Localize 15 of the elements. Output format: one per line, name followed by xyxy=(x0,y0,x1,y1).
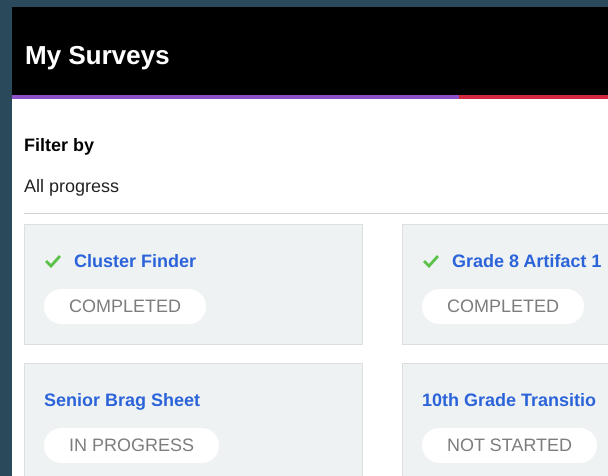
page-title: My Surveys xyxy=(25,38,170,72)
status-pill: COMPLETED xyxy=(44,289,206,324)
survey-link[interactable]: Senior Brag Sheet xyxy=(44,386,200,414)
status-pill: COMPLETED xyxy=(422,289,584,324)
status-pill: IN PROGRESS xyxy=(44,428,220,463)
survey-link[interactable]: Grade 8 Artifact 1 xyxy=(452,248,602,274)
survey-card[interactable]: Grade 8 Artifact 1 COMPLETED xyxy=(402,224,608,345)
survey-link[interactable]: 10th Grade Transitio xyxy=(422,386,596,414)
filter-select[interactable]: All progress xyxy=(24,173,120,200)
filter-label: Filter by xyxy=(24,134,94,157)
survey-link[interactable]: Cluster Finder xyxy=(74,248,196,274)
status-pill: NOT STARTED xyxy=(422,428,598,463)
survey-card[interactable]: 10th Grade Transitio NOT STARTED xyxy=(402,363,608,476)
survey-card[interactable]: Cluster Finder COMPLETED xyxy=(24,224,363,345)
survey-card[interactable]: Senior Brag Sheet IN PROGRESS xyxy=(24,363,363,476)
